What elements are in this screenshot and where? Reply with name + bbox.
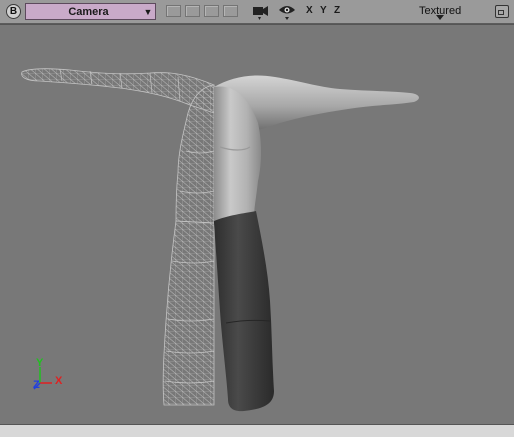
camera-select-value: Camera [68, 5, 109, 18]
axis-z-label: Z [33, 379, 40, 391]
wire-left-leg [162, 220, 215, 406]
display-mode-select[interactable]: Textured [412, 4, 472, 21]
chevron-down-icon [436, 15, 444, 20]
shaded-pants [214, 211, 274, 412]
wire-torso [175, 84, 215, 224]
axis-z-button[interactable]: Z [334, 5, 340, 16]
axis-y-button[interactable]: Y [320, 5, 327, 16]
axis-y-label: Y [36, 357, 44, 369]
camera-select[interactable]: Camera ▼ [25, 3, 156, 20]
axis-x-label: X [55, 375, 63, 387]
maximize-icon [498, 10, 504, 15]
chevron-down-icon: ▼ [143, 6, 153, 17]
eye-icon[interactable] [277, 3, 297, 21]
character-model [21, 68, 419, 412]
wire-left-arm [21, 68, 215, 114]
axis-gizmo: Y Z X [28, 357, 72, 399]
layout-slot-2[interactable] [185, 5, 200, 17]
layout-slot-4[interactable] [223, 5, 238, 17]
layout-slot-3[interactable] [204, 5, 219, 17]
axis-x-button[interactable]: X [306, 5, 313, 16]
status-bar [0, 424, 514, 437]
viewport-window: B Camera ▼ X Y Z Textured Y Z X [0, 0, 514, 437]
layout-slot-1[interactable] [166, 5, 181, 17]
maximize-button[interactable] [495, 5, 509, 18]
3d-viewport[interactable]: Y Z X [0, 24, 514, 424]
viewport-menu-button[interactable]: B [6, 4, 21, 19]
camera-icon[interactable] [251, 3, 271, 21]
viewport-toolbar: B Camera ▼ X Y Z Textured [0, 0, 514, 24]
